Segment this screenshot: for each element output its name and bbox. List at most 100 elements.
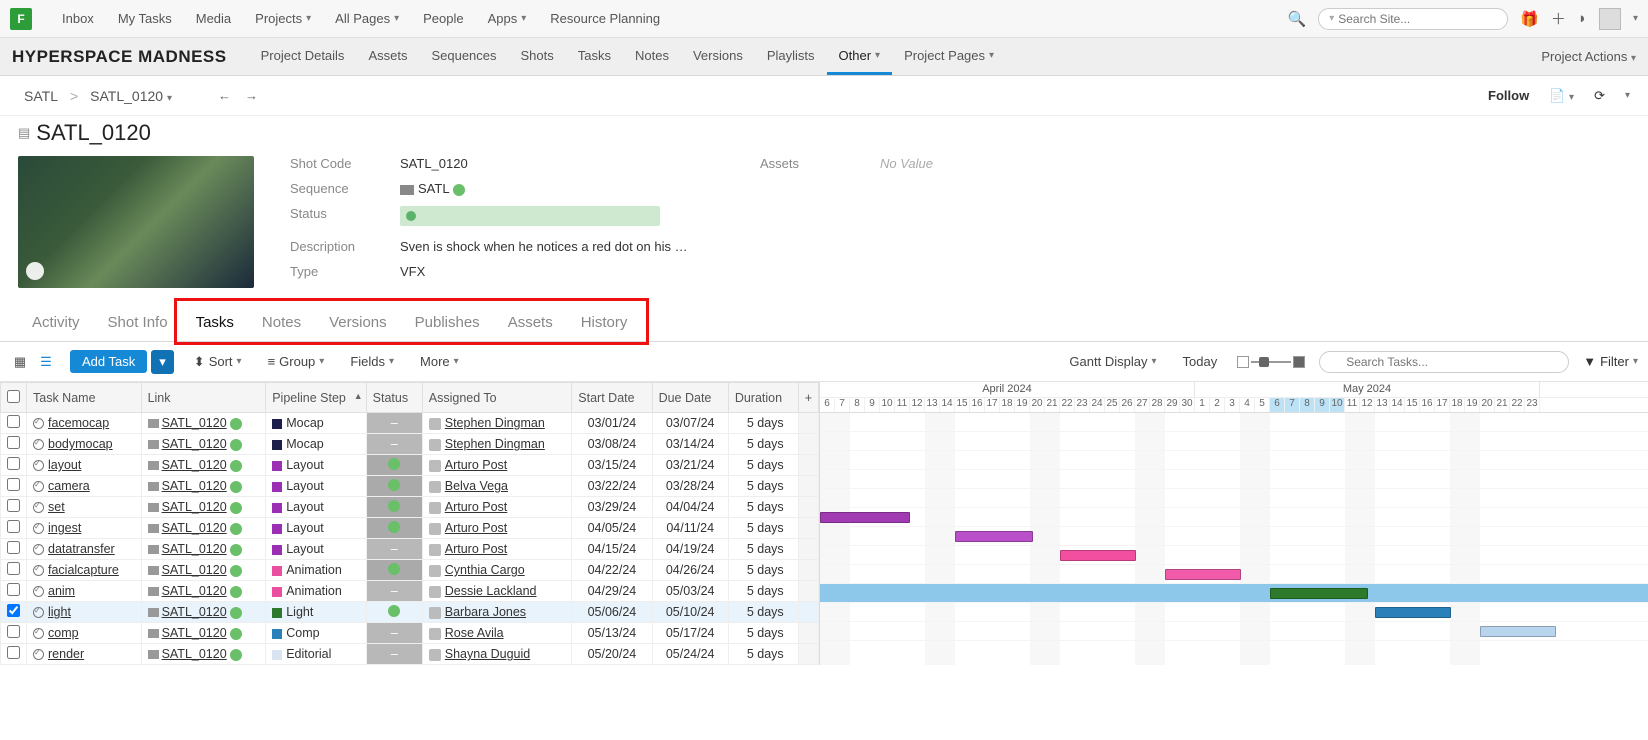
row-checkbox[interactable] <box>7 499 20 512</box>
col-start-date[interactable]: Start Date <box>572 383 652 413</box>
projnav-tasks[interactable]: Tasks <box>566 38 623 75</box>
gantt-row[interactable] <box>820 622 1648 641</box>
assignee-link[interactable]: Arturo Post <box>445 500 508 514</box>
task-link[interactable]: SATL_0120 <box>162 416 227 430</box>
gantt-row[interactable] <box>820 508 1648 527</box>
tab-tasks[interactable]: Tasks <box>182 304 248 341</box>
task-row[interactable]: layoutSATL_0120 LayoutArturo Post03/15/2… <box>1 455 819 476</box>
task-link[interactable]: SATL_0120 <box>162 479 227 493</box>
row-checkbox[interactable] <box>7 478 20 491</box>
filter-button[interactable]: ▼ Filter ▾ <box>1583 354 1638 369</box>
task-name-link[interactable]: anim <box>48 584 75 598</box>
task-row[interactable]: bodymocapSATL_0120 Mocap–Stephen Dingman… <box>1 434 819 455</box>
gantt-day[interactable]: 5 <box>1255 398 1270 412</box>
projnav-project-details[interactable]: Project Details <box>249 38 357 75</box>
status-cell[interactable] <box>366 476 422 497</box>
nav-people[interactable]: People <box>411 11 475 26</box>
col-duration[interactable]: Duration <box>728 383 798 413</box>
task-row[interactable]: cameraSATL_0120 LayoutBelva Vega03/22/24… <box>1 476 819 497</box>
nav-apps[interactable]: Apps▾ <box>476 11 539 26</box>
projnav-notes[interactable]: Notes <box>623 38 681 75</box>
gantt-bar[interactable] <box>1060 550 1136 561</box>
gantt-day[interactable]: 21 <box>1045 398 1060 412</box>
projnav-shots[interactable]: Shots <box>509 38 566 75</box>
task-name-link[interactable]: light <box>48 605 71 619</box>
task-row[interactable]: facialcaptureSATL_0120 AnimationCynthia … <box>1 560 819 581</box>
nav-projects[interactable]: Projects▾ <box>243 11 323 26</box>
col-task-name[interactable]: Task Name <box>27 383 142 413</box>
gantt-day[interactable]: 23 <box>1075 398 1090 412</box>
task-link[interactable]: SATL_0120 <box>162 563 227 577</box>
gantt-day[interactable]: 28 <box>1150 398 1165 412</box>
assignee-link[interactable]: Arturo Post <box>445 542 508 556</box>
assignee-link[interactable]: Barbara Jones <box>445 605 526 619</box>
gantt-day[interactable]: 22 <box>1510 398 1525 412</box>
gantt-day[interactable]: 14 <box>1390 398 1405 412</box>
gantt-day[interactable]: 19 <box>1465 398 1480 412</box>
select-all-checkbox[interactable] <box>7 390 20 403</box>
add-task-button[interactable]: Add Task <box>70 350 147 373</box>
status-cell[interactable]: – <box>366 539 422 560</box>
field-value-type[interactable]: VFX <box>400 264 760 279</box>
status-cell[interactable] <box>366 602 422 623</box>
gantt-day[interactable]: 7 <box>835 398 850 412</box>
task-link[interactable]: SATL_0120 <box>162 437 227 451</box>
gantt-day[interactable]: 18 <box>1450 398 1465 412</box>
task-link[interactable]: SATL_0120 <box>162 542 227 556</box>
assignee-link[interactable]: Cynthia Cargo <box>445 563 525 577</box>
gantt-day[interactable]: 26 <box>1120 398 1135 412</box>
status-cell[interactable] <box>366 560 422 581</box>
gantt-row[interactable] <box>820 565 1648 584</box>
field-value-shotcode[interactable]: SATL_0120 <box>400 156 760 171</box>
task-name-link[interactable]: ingest <box>48 521 81 535</box>
tab-shot-info[interactable]: Shot Info <box>94 304 182 341</box>
tab-versions[interactable]: Versions <box>315 304 401 341</box>
gantt-row[interactable] <box>820 603 1648 622</box>
task-row[interactable]: compSATL_0120 Comp–Rose Avila05/13/2405/… <box>1 623 819 644</box>
col-assigned-to[interactable]: Assigned To <box>422 383 572 413</box>
status-cell[interactable] <box>366 518 422 539</box>
gantt-day[interactable]: 22 <box>1060 398 1075 412</box>
project-actions-button[interactable]: Project Actions ▾ <box>1541 49 1636 64</box>
assignee-link[interactable]: Shayna Duguid <box>445 647 530 661</box>
nav-inbox[interactable]: Inbox <box>50 11 106 26</box>
gantt-day[interactable]: 24 <box>1090 398 1105 412</box>
gantt-day[interactable]: 3 <box>1225 398 1240 412</box>
task-name-link[interactable]: bodymocap <box>48 437 113 451</box>
page-menu-caret[interactable]: ▾ <box>1625 90 1630 101</box>
gift-icon[interactable]: 🎁 <box>1520 10 1539 28</box>
gantt-day[interactable]: 8 <box>1300 398 1315 412</box>
gantt-day[interactable]: 6 <box>1270 398 1285 412</box>
gantt-day[interactable]: 18 <box>1000 398 1015 412</box>
task-link[interactable]: SATL_0120 <box>162 647 227 661</box>
status-cell[interactable]: – <box>366 644 422 665</box>
tab-history[interactable]: History <box>567 304 642 341</box>
gantt-day[interactable]: 16 <box>1420 398 1435 412</box>
gantt-day[interactable]: 8 <box>850 398 865 412</box>
task-link[interactable]: SATL_0120 <box>162 584 227 598</box>
col-due-date[interactable]: Due Date <box>652 383 728 413</box>
gantt-day[interactable]: 13 <box>925 398 940 412</box>
field-value-description[interactable]: Sven is shock when he notices a red dot … <box>400 239 760 254</box>
projnav-project-pages[interactable]: Project Pages▾ <box>892 38 1006 75</box>
page-icon[interactable]: 📄 ▾ <box>1549 88 1574 104</box>
more-button[interactable]: More ▾ <box>414 352 465 371</box>
projnav-assets[interactable]: Assets <box>356 38 419 75</box>
gantt-bar[interactable] <box>1165 569 1241 580</box>
gantt-day[interactable]: 21 <box>1495 398 1510 412</box>
gantt-row[interactable] <box>820 470 1648 489</box>
task-row[interactable]: facemocapSATL_0120 Mocap–Stephen Dingman… <box>1 413 819 434</box>
user-avatar[interactable] <box>1599 8 1621 30</box>
site-search-input[interactable] <box>1338 12 1497 26</box>
add-task-caret[interactable]: ▾ <box>151 350 174 374</box>
task-name-link[interactable]: facialcapture <box>48 563 119 577</box>
nav-all-pages[interactable]: All Pages▾ <box>323 11 411 26</box>
gantt-day[interactable]: 1 <box>1195 398 1210 412</box>
gantt-day[interactable]: 16 <box>970 398 985 412</box>
group-button[interactable]: ≡ Group ▾ <box>262 352 331 371</box>
nav-my-tasks[interactable]: My Tasks <box>106 11 184 26</box>
gantt-row[interactable] <box>820 451 1648 470</box>
task-name-link[interactable]: set <box>48 500 65 514</box>
gantt-day[interactable]: 7 <box>1285 398 1300 412</box>
gantt-day[interactable]: 20 <box>1030 398 1045 412</box>
